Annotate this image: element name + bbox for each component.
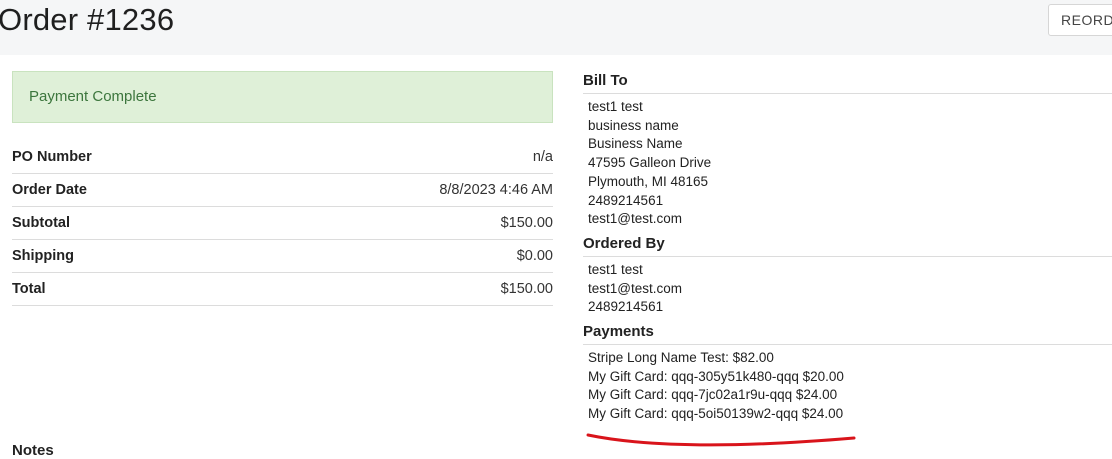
payment-line: My Gift Card: qqq-7jc02a1r9u-qqq $24.00 — [588, 387, 838, 403]
summary-value: 8/8/2023 4:46 AM — [439, 182, 553, 198]
ordered-by-line: test1 test — [588, 261, 643, 277]
payments-heading: Payments — [583, 321, 1112, 346]
payments-section: Payments Stripe Long Name Test: $82.00 M… — [583, 321, 1112, 424]
payments-lines: Stripe Long Name Test: $82.00 My Gift Ca… — [583, 345, 1112, 424]
payment-line: My Gift Card: qqq-5oi50139w2-qqq $24.00 — [588, 406, 844, 422]
bill-to-line: business name — [588, 117, 679, 133]
summary-label: PO Number — [12, 149, 92, 165]
summary-label: Order Date — [12, 182, 87, 198]
summary-value: n/a — [532, 149, 553, 165]
page-title: Order #1236 — [0, 2, 175, 37]
summary-row-po-number: PO Number n/a — [12, 141, 553, 174]
bill-to-line: Plymouth, MI 48165 — [588, 173, 709, 189]
summary-value: $0.00 — [516, 248, 553, 264]
ordered-by-lines: test1 test test1@test.com 2489214561 — [583, 257, 1112, 317]
page-header: Order #1236 REORDER — [0, 0, 1112, 55]
bill-to-section: Bill To test1 test business name Busines… — [583, 70, 1112, 229]
summary-row-subtotal: Subtotal $150.00 — [12, 207, 553, 240]
order-details-column: Bill To test1 test business name Busines… — [583, 70, 1112, 424]
summary-label: Subtotal — [12, 215, 70, 231]
payment-line: My Gift Card: qqq-305y51k480-qqq $20.00 — [588, 368, 844, 384]
bill-to-line: test1 test — [588, 99, 643, 114]
payment-status-alert: Payment Complete — [12, 71, 553, 123]
ordered-by-heading: Ordered By — [583, 233, 1112, 257]
summary-row-order-date: Order Date 8/8/2023 4:46 AM — [12, 174, 553, 207]
summary-row-shipping: Shipping $0.00 — [12, 240, 553, 273]
summary-label: Total — [12, 281, 46, 297]
summary-value: $150.00 — [500, 215, 553, 231]
red-underline-annotation — [586, 433, 856, 447]
notes-heading: Notes — [12, 442, 54, 459]
ordered-by-line: test1@test.com — [588, 280, 682, 296]
bill-to-line: 2489214561 — [588, 192, 664, 208]
summary-value: $150.00 — [500, 281, 553, 297]
reorder-button[interactable]: REORDER — [1048, 4, 1112, 36]
summary-row-total: Total $150.00 — [12, 273, 553, 306]
payment-line: Stripe Long Name Test: $82.00 — [588, 350, 774, 366]
order-summary: PO Number n/a Order Date 8/8/2023 4:46 A… — [12, 141, 553, 306]
bill-to-lines: test1 test business name Business Name 4… — [583, 94, 1112, 229]
bill-to-heading: Bill To — [583, 70, 1112, 94]
bill-to-line: Business Name — [588, 136, 683, 152]
ordered-by-section: Ordered By test1 test test1@test.com 248… — [583, 233, 1112, 317]
ordered-by-line: 2489214561 — [588, 299, 664, 315]
bill-to-line: test1@test.com — [588, 211, 682, 227]
bill-to-line: 47595 Galleon Drive — [588, 155, 712, 171]
summary-label: Shipping — [12, 248, 75, 264]
